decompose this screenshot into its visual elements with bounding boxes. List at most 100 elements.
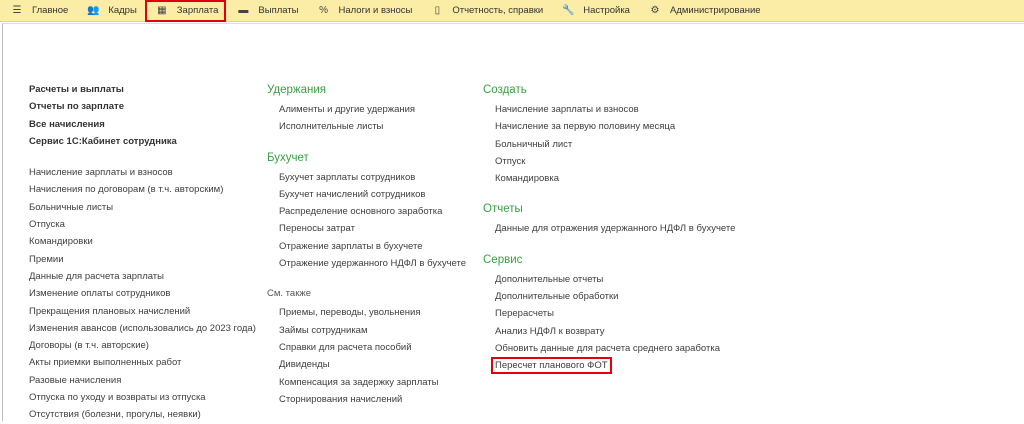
list-item-label: Займы сотрудникам [279,324,368,336]
list-item-label: Больничный лист [495,138,573,150]
tab-wallet[interactable]: ▬ Выплаты [226,0,306,22]
list-item[interactable]: Договоры (в т.ч. авторские) [29,337,256,354]
list-item[interactable]: Изменение оплаты сотрудников [29,285,256,302]
list-item-label: Распределение основного заработка [279,206,443,218]
list-item-label: Переносы затрат [279,223,355,235]
calculator-icon: ▦ [157,5,167,16]
tab-wrench[interactable]: 🔧 Настройка [551,0,638,22]
list-item-label: Дивиденды [279,359,330,371]
section-group: Отчеты Данные для отражения удержанного Н… [483,199,735,237]
list-item[interactable]: Больничный лист [483,136,735,153]
gear-icon: ⚙ [650,5,660,16]
list-item[interactable]: Распределение основного заработка [267,203,466,220]
list-item[interactable]: Компенсация за задержку зарплаты [267,374,466,391]
list-item[interactable]: Алименты и другие удержания [267,101,466,118]
list-item[interactable]: Отпуск [483,153,735,170]
section-group: Создать Начисление зарплаты и взносов Начи… [483,80,735,187]
list-item[interactable]: Дополнительные отчеты [483,271,735,288]
tab-calculator[interactable]: ▦ Зарплата [144,0,227,22]
list-item[interactable]: Премии [29,251,256,268]
list-item[interactable]: Больничные листы [29,199,256,216]
tab-label: Налоги и взносы [338,5,413,16]
list-item[interactable]: Начисление за первую половину месяца [483,118,735,135]
list-item[interactable]: Отражение удержанного НДФЛ в бухучете [267,255,466,272]
list-item[interactable]: Отсутствия (болезни, прогулы, неявки) [29,406,256,423]
list-item[interactable]: Перерасчеты [483,305,735,322]
tab-gear[interactable]: ⚙ Администрирование [638,0,769,22]
see-also-heading: См. также [267,288,311,300]
tab-label: Главное [32,5,69,16]
section-group: См. также Приемы, переводы, увольнения Зай… [267,284,466,408]
list-item-label: Дополнительные обработки [495,291,619,303]
middle-column: Удержания Алименты и другие удержания Испо… [267,80,466,408]
list-item[interactable]: Начисление зарплаты и взносов [483,101,735,118]
section-group: Удержания Алименты и другие удержания Испо… [267,80,466,136]
list-item[interactable]: Командировки [29,233,256,250]
list-item[interactable]: Дополнительные обработки [483,288,735,305]
list-item-label: Дополнительные отчеты [495,273,604,285]
section-group: Сервис Дополнительные отчеты Дополнительны… [483,250,735,375]
tab-label: Кадры [108,5,137,16]
list-item[interactable]: Акты приемки выполненных работ [29,354,256,371]
list-item-label: Анализ НДФЛ к возврату [495,325,605,337]
list-item[interactable]: Приемы, переводы, увольнения [267,304,466,321]
report-icon: ▯ [434,5,441,16]
right-column: Создать Начисление зарплаты и взносов Начи… [483,80,735,375]
bold-link[interactable]: Расчеты и выплаты [29,81,256,98]
left-column: Расчеты и выплаты Отчеты по зарплате Все н… [29,81,256,424]
list-item[interactable]: Прекращения плановых начислений [29,303,256,320]
list-item-label: Начисление зарплаты и взносов [495,104,639,115]
wallet-icon: ▬ [238,5,249,16]
tab-label: Зарплата [176,5,219,16]
list-item[interactable]: Данные для расчета зарплаты [29,268,256,285]
list-item-label: Исполнительные листы [279,121,384,133]
list-item-label: Справки для расчета пособий [279,341,412,353]
list-item[interactable]: Командировка [483,170,735,187]
list-item[interactable]: Начисления по договорам (в т.ч. авторски… [29,181,256,198]
bold-link[interactable]: Сервис 1С:Кабинет сотрудника [29,133,256,150]
tab-report[interactable]: ▯ Отчетность, справки [420,0,551,22]
list-item[interactable]: Отпуска [29,216,256,233]
section-heading: Создать [483,84,527,96]
list-item[interactable]: Начисление зарплаты и взносов [29,164,256,181]
list-item[interactable]: Бухучет начислений сотрудников [267,186,466,203]
list-item-label: Бухучет зарплаты сотрудников [279,171,416,183]
section-panel: ☰ Главное 👥 Кадры ▦ Зарплата ▬ Выплаты % Налоги и… [0,0,1024,22]
section-heading: Сервис [483,253,523,266]
list-item-label: Данные для отражения удержанного НДФЛ в … [495,223,736,235]
list-item[interactable]: Пересчет планового ФОТ [483,357,735,375]
list-item[interactable]: Анализ НДФЛ к возврату [483,323,735,340]
list-item[interactable]: Исполнительные листы [267,118,466,135]
list-item-label: Обновить данные для расчета среднего зар… [495,342,720,354]
tab-people[interactable]: 👥 Кадры [76,0,144,22]
list-item-label: Командировка [495,173,559,185]
list-item[interactable]: Сторнирования начислений [267,391,466,408]
list-item[interactable]: Изменения авансов (использовались до 202… [29,320,256,337]
list-item[interactable]: Дивиденды [267,356,466,373]
tab-label: Администрирование [669,5,761,16]
tab-menu[interactable]: ☰ Главное [0,0,76,22]
list-item[interactable]: Бухучет зарплаты сотрудников [267,169,466,186]
tab-label: Выплаты [258,5,299,16]
bold-link[interactable]: Отчеты по зарплате [29,98,256,115]
tab-percent[interactable]: % Налоги и взносы [307,0,421,22]
list-item-label: Начисление за первую половину месяца [495,121,676,133]
list-item[interactable]: Обновить данные для расчета среднего зар… [483,340,735,357]
list-item-label: Алименты и другие удержания [279,104,416,115]
list-item-label: Бухучет начислений сотрудников [279,188,426,200]
tab-label: Настройка [583,5,630,16]
wrench-icon: 🔧 [561,5,575,16]
bold-link[interactable]: Все начисления [29,116,256,133]
list-item-label: Пересчет планового ФОТ [491,357,612,375]
list-item[interactable]: Переносы затрат [267,220,466,237]
list-item-label: Приемы, переводы, увольнения [279,307,421,319]
section-heading: Отчеты [483,203,523,216]
list-item[interactable]: Данные для отражения удержанного НДФЛ в … [483,220,735,237]
list-item[interactable]: Разовые начисления [29,372,256,389]
list-item[interactable]: Займы сотрудникам [267,322,466,339]
menu-icon: ☰ [12,5,22,16]
list-item[interactable]: Отпуска по уходу и возвраты из отпуска [29,389,256,406]
list-item[interactable]: Отражение зарплаты в бухучете [267,238,466,255]
list-item[interactable]: Справки для расчета пособий [267,339,466,356]
